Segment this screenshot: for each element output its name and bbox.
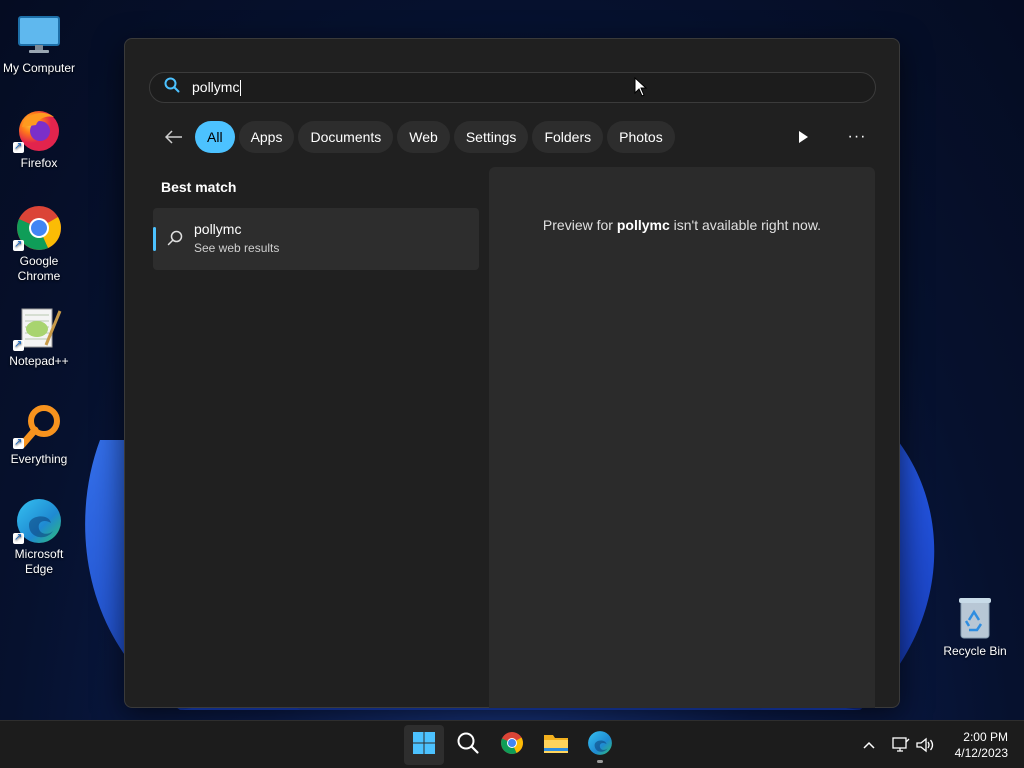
best-match-result[interactable]: pollymc See web results <box>153 208 479 270</box>
web-search-icon <box>167 230 183 251</box>
monitor-icon <box>13 10 65 60</box>
clock-date: 4/12/2023 <box>954 746 1008 760</box>
desktop-icon-label: My Computer <box>2 61 76 75</box>
desktop-icon-notepadpp[interactable]: Notepad++ <box>1 303 77 369</box>
preview-message: Preview for pollymc isn't available righ… <box>489 217 875 233</box>
desktop-icon-label: Microsoft Edge <box>14 547 64 576</box>
best-match-heading: Best match <box>161 179 237 195</box>
filter-bar: All Apps Documents Web Settings Folders … <box>161 121 679 153</box>
filter-chip-folders[interactable]: Folders <box>532 121 604 153</box>
taskbar-chrome-button[interactable] <box>492 725 532 765</box>
search-input[interactable]: pollymc <box>149 72 876 103</box>
taskbar-search-button[interactable] <box>448 725 488 765</box>
edge-icon <box>587 730 613 761</box>
start-search-panel: pollymc All Apps Documents Web Settings … <box>124 38 900 708</box>
network-icon[interactable] <box>890 721 912 768</box>
taskbar-start-button[interactable] <box>404 725 444 765</box>
desktop-icon-label: Firefox <box>20 156 58 170</box>
search-icon <box>164 77 180 98</box>
filter-chip-photos[interactable]: Photos <box>607 121 675 153</box>
desktop-icon-label: Recycle Bin <box>943 644 1007 658</box>
search-icon <box>456 731 480 760</box>
desktop-icon-google-chrome[interactable]: Google Chrome <box>1 203 77 284</box>
desktop-icon-my-computer[interactable]: My Computer <box>1 10 77 76</box>
preview-prefix: Preview for <box>542 217 617 233</box>
play-icon[interactable] <box>793 127 813 147</box>
preview-suffix: isn't available right now. <box>669 217 822 233</box>
filter-chip-all[interactable]: All <box>195 121 235 153</box>
filter-chip-apps[interactable]: Apps <box>238 121 295 153</box>
preview-term: pollymc <box>616 217 670 233</box>
desktop-icon-label: Notepad++ <box>9 354 69 368</box>
more-options-icon[interactable]: ··· <box>845 125 869 149</box>
taskbar: 2:00 PM 4/12/2023 <box>0 720 1024 768</box>
firefox-icon <box>13 105 65 155</box>
start-icon <box>412 731 436 760</box>
chrome-icon <box>13 203 65 253</box>
mouse-cursor-icon <box>634 77 648 97</box>
notepadpp-icon <box>13 303 65 353</box>
desktop-icon-firefox[interactable]: Firefox <box>1 105 77 171</box>
desktop-icon-label: Everything <box>10 452 68 466</box>
volume-icon[interactable] <box>914 721 936 768</box>
filter-chip-web[interactable]: Web <box>397 121 450 153</box>
desktop-icon-microsoft-edge[interactable]: Microsoft Edge <box>1 496 77 577</box>
filter-chip-documents[interactable]: Documents <box>298 121 394 153</box>
clock-time: 2:00 PM <box>963 730 1008 744</box>
show-hidden-icons-chevron-icon[interactable] <box>858 721 880 768</box>
everything-icon <box>13 401 65 451</box>
selection-accent <box>153 227 156 251</box>
preview-pane: Preview for pollymc isn't available righ… <box>489 167 875 708</box>
recycle-bin-icon <box>955 596 995 640</box>
taskbar-edge-button[interactable] <box>580 725 620 765</box>
back-arrow-icon[interactable] <box>161 124 187 150</box>
result-title: pollymc <box>194 221 242 237</box>
text-caret <box>240 80 242 97</box>
filter-chip-settings[interactable]: Settings <box>453 121 529 153</box>
result-subtitle: See web results <box>194 241 280 255</box>
chrome-icon <box>500 731 524 760</box>
search-query: pollymc <box>192 78 240 95</box>
running-indicator <box>597 760 603 763</box>
edge-icon <box>13 496 65 546</box>
file-explorer-icon <box>543 732 569 759</box>
desktop-icon-everything[interactable]: Everything <box>1 401 77 467</box>
taskbar-clock[interactable]: 2:00 PM 4/12/2023 <box>955 729 1008 761</box>
taskbar-file-explorer-button[interactable] <box>536 725 576 765</box>
desktop-icon-label: Google Chrome <box>17 254 61 283</box>
desktop-icon-recycle-bin[interactable]: Recycle Bin <box>940 596 1010 658</box>
